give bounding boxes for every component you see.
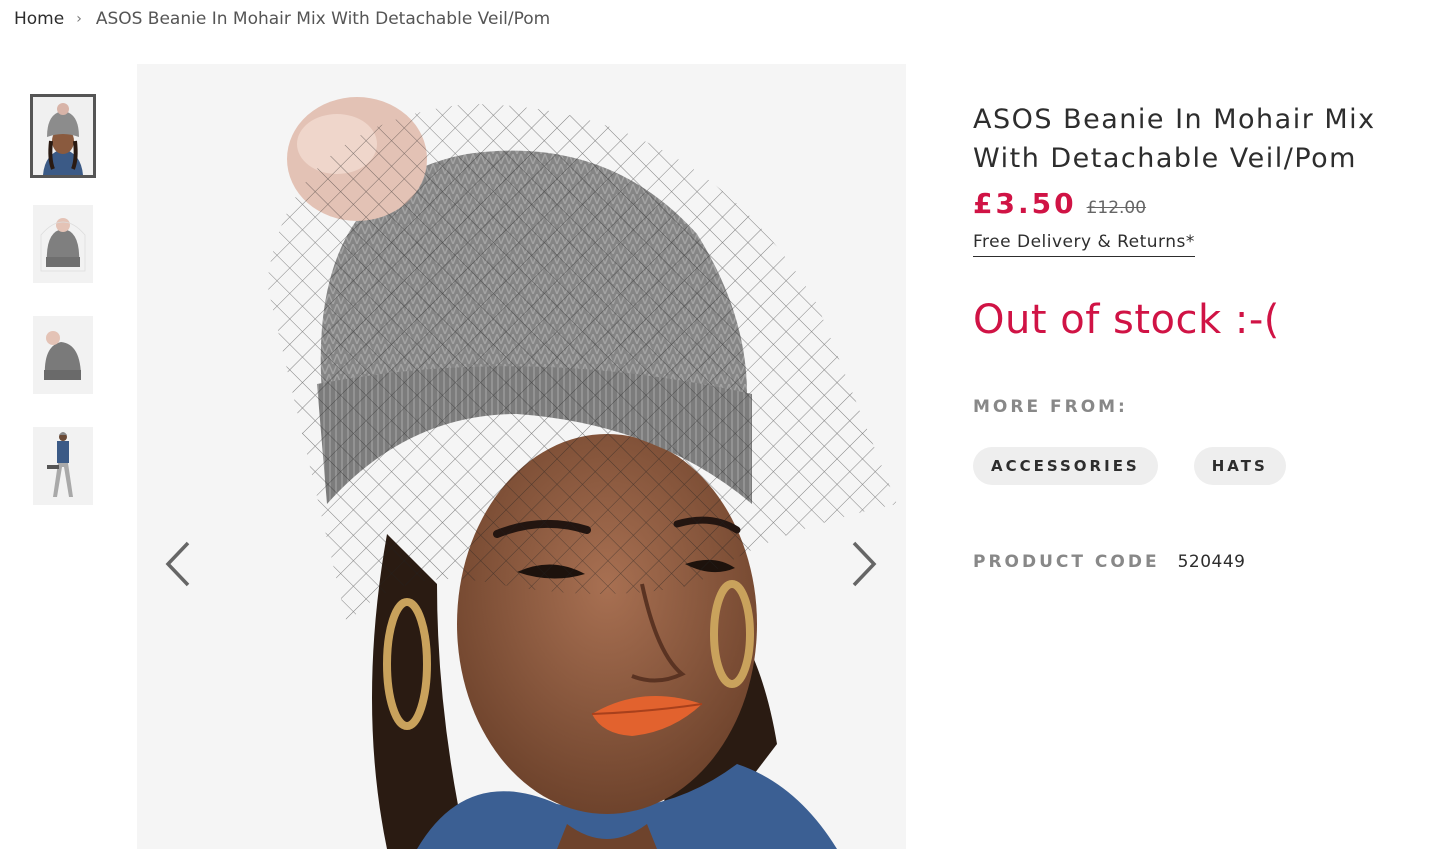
product-title-line2: With Detachable Veil/Pom	[973, 143, 1357, 174]
product-code-value: 520449	[1177, 552, 1246, 572]
main-product-image	[137, 64, 906, 849]
product-photo	[137, 64, 906, 849]
tag-hats[interactable]: HATS	[1193, 447, 1286, 485]
product-code-label: PRODUCT CODE	[973, 552, 1160, 572]
tag-accessories[interactable]: ACCESSORIES	[973, 447, 1158, 485]
product-details: ASOS Beanie In Mohair Mix With Detachabl…	[973, 100, 1393, 572]
more-from-label: MORE FROM:	[973, 397, 1128, 417]
breadcrumb-home-link[interactable]: Home	[14, 9, 64, 29]
thumbnail-model-full-image	[33, 427, 93, 505]
current-price: £3.50	[973, 187, 1077, 220]
breadcrumb: Home › ASOS Beanie In Mohair Mix With De…	[14, 9, 550, 29]
breadcrumb-separator: ›	[76, 11, 82, 27]
product-title-line1: ASOS Beanie In Mohair Mix	[973, 104, 1376, 135]
thumbnail-model-full[interactable]	[33, 427, 93, 505]
chevron-left-icon	[165, 541, 190, 587]
stock-status: Out of stock :-(	[973, 297, 1280, 343]
thumbnail-product-front[interactable]	[33, 205, 93, 283]
price-row: £3.50 £12.00	[973, 187, 1393, 220]
thumbnail-list	[30, 94, 96, 538]
thumbnail-product-side[interactable]	[33, 316, 93, 394]
previous-price: £12.00	[1086, 198, 1147, 218]
free-delivery-returns-link[interactable]: Free Delivery & Returns*	[973, 232, 1195, 257]
thumbnail-product-front-image	[33, 205, 93, 283]
breadcrumb-current-page: ASOS Beanie In Mohair Mix With Detachabl…	[95, 9, 551, 29]
chevron-right-icon	[852, 541, 877, 587]
product-code-row: PRODUCT CODE 520449	[973, 552, 1393, 572]
thumbnail-model-closeup-image	[33, 97, 93, 175]
thumbnail-product-side-image	[33, 316, 93, 394]
previous-image-button[interactable]	[157, 538, 197, 590]
more-from-tags: ACCESSORIES HATS	[973, 447, 1393, 485]
thumbnail-model-closeup[interactable]	[30, 94, 96, 178]
next-image-button[interactable]	[845, 538, 885, 590]
product-title: ASOS Beanie In Mohair Mix With Detachabl…	[973, 100, 1393, 178]
